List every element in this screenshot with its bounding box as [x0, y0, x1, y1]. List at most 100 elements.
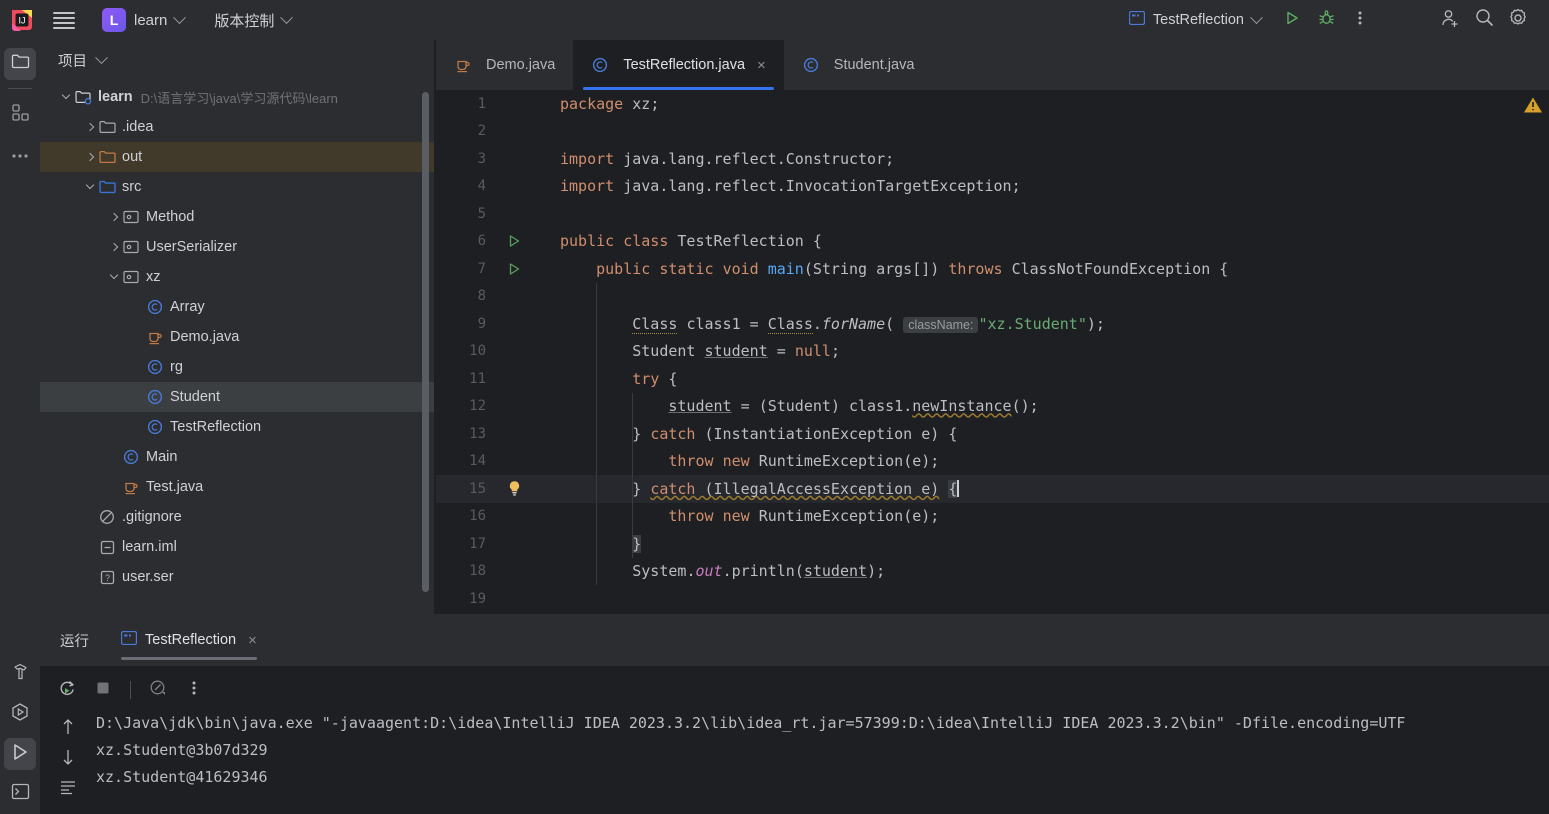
tree-item-rg[interactable]: rg [40, 352, 434, 382]
scroll-down-button[interactable] [51, 744, 85, 774]
code-line-8[interactable]: 8 [436, 283, 1549, 311]
add-user-icon [1440, 8, 1460, 33]
console-side-toolbar [40, 714, 96, 814]
code-line-7[interactable]: 7 public static void main(String args[])… [436, 255, 1549, 283]
code-text: public class TestReflection { [560, 232, 822, 251]
sidebar-item-structure[interactable] [4, 99, 36, 131]
run-gutter-icon[interactable] [492, 262, 536, 276]
run-button[interactable] [1275, 3, 1309, 37]
chevron-right-icon[interactable] [82, 119, 98, 135]
run-configuration-selector[interactable]: TestReflection [1121, 8, 1269, 33]
java-file-icon [454, 56, 472, 74]
line-number: 7 [477, 260, 486, 277]
tree-item-userserializer[interactable]: UserSerializer [40, 232, 434, 262]
editor-tab-demo-java[interactable]: Demo.java [436, 40, 573, 90]
tree-item-test-java[interactable]: Test.java [40, 472, 434, 502]
chevron-down-icon[interactable] [58, 89, 74, 105]
lightbulb-icon[interactable] [492, 480, 536, 497]
profiler-button[interactable] [143, 675, 173, 705]
more-actions-button[interactable] [1343, 3, 1377, 37]
chevron-right-icon[interactable] [106, 239, 122, 255]
code-line-2[interactable]: 2 [436, 118, 1549, 146]
code-line-16[interactable]: 16 throw new RuntimeException(e); [436, 503, 1549, 531]
scroll-up-button[interactable] [51, 714, 85, 744]
editor-tab-testreflection-java[interactable]: TestReflection.java × [573, 40, 784, 90]
tree-item-student[interactable]: Student [40, 382, 434, 412]
settings-button[interactable] [1501, 3, 1535, 37]
tree-item-src[interactable]: src [40, 172, 434, 202]
editor-tab-student-java[interactable]: Student.java [784, 40, 933, 90]
project-selector[interactable]: L learn [96, 5, 190, 35]
chevron-right-icon[interactable] [82, 149, 98, 165]
search-button[interactable] [1467, 3, 1501, 37]
code-line-14[interactable]: 14 throw new RuntimeException(e); [436, 448, 1549, 476]
sidebar-item-project[interactable] [4, 48, 36, 80]
tree-item-out[interactable]: out [40, 142, 434, 172]
tree-item--idea[interactable]: .idea [40, 112, 434, 142]
close-icon[interactable]: × [248, 632, 257, 649]
project-tree[interactable]: learn D:\语言学习\java\学习源代码\learn .idea out src… [40, 82, 434, 614]
code-line-19[interactable]: 19 [436, 585, 1549, 613]
code-line-5[interactable]: 5 [436, 200, 1549, 228]
code-text: } [632, 534, 642, 553]
project-panel-header[interactable]: 项目 [40, 40, 434, 80]
tree-item-testreflection[interactable]: TestReflection [40, 412, 434, 442]
sidebar-item-run[interactable] [4, 738, 36, 770]
chevron-down-icon[interactable] [82, 179, 98, 195]
run-session-tab[interactable]: TestReflection × [120, 614, 257, 666]
code-line-17[interactable]: 17 } [436, 530, 1549, 558]
run-config-icon [1128, 10, 1146, 30]
hamburger-menu-icon[interactable] [44, 0, 84, 40]
sidebar-item-build[interactable] [4, 658, 36, 690]
tree-item-demo-java[interactable]: Demo.java [40, 322, 434, 352]
run-gutter-icon[interactable] [492, 234, 536, 248]
code-editor[interactable]: 1 package xz; 2 3 import java.lang.reflect.C… [436, 90, 1549, 614]
vcs-selector[interactable]: 版本控制 [208, 7, 297, 34]
close-icon[interactable]: × [757, 57, 766, 74]
code-line-9[interactable]: 9 Class class1 = Class.forName( classNam… [436, 310, 1549, 338]
warning-triangle-icon[interactable] [1523, 96, 1543, 119]
tree-item-xz[interactable]: xz [40, 262, 434, 292]
line-number: 19 [469, 590, 486, 607]
code-line-1[interactable]: 1 package xz; [436, 90, 1549, 118]
editor-tab-label: Demo.java [486, 57, 556, 73]
tree-item-learn[interactable]: learn D:\语言学习\java\学习源代码\learn [40, 82, 434, 112]
code-line-3[interactable]: 3 import java.lang.reflect.Constructor; [436, 145, 1549, 173]
sidebar-item-terminal[interactable] [4, 778, 36, 810]
sidebar-item-services[interactable] [4, 698, 36, 730]
chevron-down-icon[interactable] [95, 50, 108, 64]
add-user-button[interactable] [1433, 3, 1467, 37]
tree-item-label: TestReflection [170, 419, 262, 435]
code-line-12[interactable]: 12 student = (Student) class1.newInstanc… [436, 393, 1549, 421]
sidebar-item-more[interactable] [4, 139, 36, 171]
tree-item-main[interactable]: Main [40, 442, 434, 472]
code-line-15[interactable]: 15 } catch (IllegalAccessException e) { [436, 475, 1549, 503]
tree-item-array[interactable]: Array [40, 292, 434, 322]
tree-item-learn-iml[interactable]: learn.iml [40, 532, 434, 562]
tree-item--gitignore[interactable]: .gitignore [40, 502, 434, 532]
code-line-13[interactable]: 13 } catch (InstantiationException e) { [436, 420, 1549, 448]
code-line-6[interactable]: 6 public class TestReflection { [436, 228, 1549, 256]
code-line-18[interactable]: 18 System.out.println(student); [436, 558, 1549, 586]
code-line-11[interactable]: 11 try { [436, 365, 1549, 393]
chevron-right-icon[interactable] [106, 209, 122, 225]
tree-item-user-ser[interactable]: ? user.ser [40, 562, 434, 592]
editor-tab-label: TestReflection.java [623, 57, 746, 73]
console-output[interactable]: D:\Java\jdk\bin\java.exe "-javaagent:D:\… [96, 714, 1549, 814]
code-line-10[interactable]: 10 Student student = null; [436, 338, 1549, 366]
soft-wrap-button[interactable] [51, 774, 85, 804]
project-scrollbar[interactable] [422, 92, 429, 592]
tree-arrow-none [106, 449, 122, 465]
line-number: 18 [469, 563, 486, 580]
debug-button[interactable] [1309, 3, 1343, 37]
more-options-button[interactable] [179, 675, 209, 705]
rerun-button[interactable] [52, 675, 82, 705]
code-line-4[interactable]: 4 import java.lang.reflect.InvocationTarg… [436, 173, 1549, 201]
java-class-icon [146, 298, 164, 316]
code-text: import java.lang.reflect.Constructor; [560, 149, 895, 168]
tree-item-method[interactable]: Method [40, 202, 434, 232]
chevron-down-icon[interactable] [106, 269, 122, 285]
stop-button[interactable] [88, 675, 118, 705]
line-number: 14 [469, 453, 486, 470]
editor-tab-bar[interactable]: Demo.java TestReflection.java × Student.jav… [436, 40, 1549, 90]
